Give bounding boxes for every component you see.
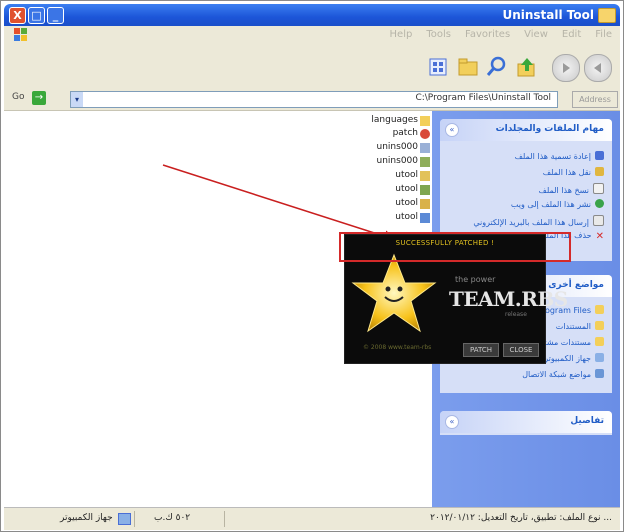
- dialog-footer: © 2008 www.team-rbs: [363, 344, 432, 351]
- close-dialog-button[interactable]: CLOSE: [503, 343, 539, 357]
- explorer-window: X □ _ Uninstall Tool File Edit View Favo…: [0, 0, 624, 532]
- star-logo-icon: [351, 253, 437, 333]
- highlight-box: [339, 232, 571, 262]
- patch-button[interactable]: PATCH: [463, 343, 499, 357]
- brand-subtitle: release: [505, 311, 527, 318]
- brand-tagline: the power: [455, 275, 496, 284]
- brand-name: TEAM.RBS: [449, 287, 568, 311]
